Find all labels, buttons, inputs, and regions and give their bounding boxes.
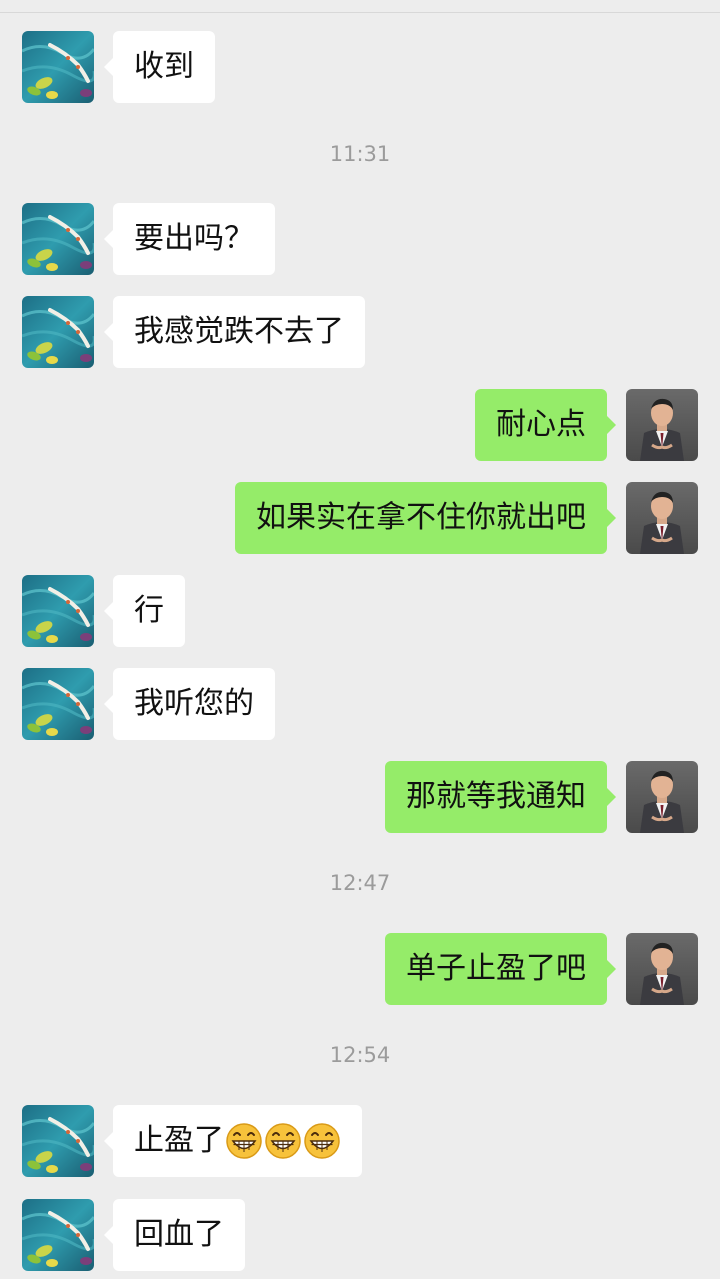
message-bubble-incoming[interactable]: 我听您的 bbox=[104, 668, 275, 740]
message-text: 行 bbox=[134, 593, 164, 628]
message-text: 我听您的 bbox=[134, 686, 254, 721]
top-divider bbox=[0, 12, 720, 13]
timestamp: 11:31 bbox=[329, 142, 391, 166]
message-text: 收到 bbox=[134, 49, 194, 84]
koi-pond-avatar-icon[interactable] bbox=[22, 1199, 94, 1271]
grin-emoji-icon bbox=[303, 1122, 341, 1160]
koi-pond-avatar-icon[interactable] bbox=[22, 296, 94, 368]
message-text: 我感觉跌不去了 bbox=[134, 314, 344, 349]
message-bubble-incoming[interactable]: 要出吗？ bbox=[104, 203, 275, 275]
grin-emoji-icon bbox=[264, 1122, 302, 1160]
message-row-outgoing: 耐心点 bbox=[0, 389, 720, 461]
message-bubble-incoming[interactable]: 止盈了 bbox=[104, 1105, 362, 1177]
message-text: 如果实在拿不住你就出吧 bbox=[256, 500, 586, 535]
message-bubble-incoming[interactable]: 回血了 bbox=[104, 1199, 245, 1271]
grin-emoji-icon bbox=[225, 1122, 263, 1160]
message-text: 单子止盈了吧 bbox=[406, 951, 586, 986]
message-row-incoming: 我感觉跌不去了 bbox=[0, 296, 720, 368]
message-row-incoming: 回血了 bbox=[0, 1199, 720, 1271]
man-in-suit-avatar-icon[interactable] bbox=[626, 933, 698, 1005]
message-bubble-outgoing[interactable]: 如果实在拿不住你就出吧 bbox=[235, 482, 616, 554]
man-in-suit-avatar-icon[interactable] bbox=[626, 389, 698, 461]
koi-pond-avatar-icon[interactable] bbox=[22, 203, 94, 275]
message-bubble-outgoing[interactable]: 单子止盈了吧 bbox=[385, 933, 616, 1005]
message-text: 那就等我通知 bbox=[406, 779, 586, 814]
message-bubble-incoming[interactable]: 行 bbox=[104, 575, 185, 647]
message-text: 耐心点 bbox=[496, 407, 586, 442]
message-row-incoming: 止盈了 bbox=[0, 1105, 720, 1177]
man-in-suit-avatar-icon[interactable] bbox=[626, 482, 698, 554]
timestamp: 12:47 bbox=[329, 871, 391, 895]
koi-pond-avatar-icon[interactable] bbox=[22, 668, 94, 740]
message-row-outgoing: 那就等我通知 bbox=[0, 761, 720, 833]
man-in-suit-avatar-icon[interactable] bbox=[626, 761, 698, 833]
message-row-incoming: 我听您的 bbox=[0, 668, 720, 740]
koi-pond-avatar-icon[interactable] bbox=[22, 575, 94, 647]
message-row-incoming: 行 bbox=[0, 575, 720, 647]
koi-pond-avatar-icon[interactable] bbox=[22, 31, 94, 103]
koi-pond-avatar-icon[interactable] bbox=[22, 1105, 94, 1177]
message-text: 回血了 bbox=[134, 1217, 224, 1252]
message-row-outgoing: 单子止盈了吧 bbox=[0, 933, 720, 1005]
message-bubble-incoming[interactable]: 我感觉跌不去了 bbox=[104, 296, 365, 368]
message-row-outgoing: 如果实在拿不住你就出吧 bbox=[0, 482, 720, 554]
message-bubble-outgoing[interactable]: 耐心点 bbox=[475, 389, 616, 461]
message-row-incoming: 收到 bbox=[0, 31, 720, 103]
message-text: 止盈了 bbox=[134, 1123, 224, 1158]
timestamp: 12:54 bbox=[329, 1043, 391, 1067]
message-row-incoming: 要出吗？ bbox=[0, 203, 720, 275]
message-bubble-incoming[interactable]: 收到 bbox=[104, 31, 215, 103]
message-text: 要出吗？ bbox=[134, 221, 254, 256]
message-bubble-outgoing[interactable]: 那就等我通知 bbox=[385, 761, 616, 833]
